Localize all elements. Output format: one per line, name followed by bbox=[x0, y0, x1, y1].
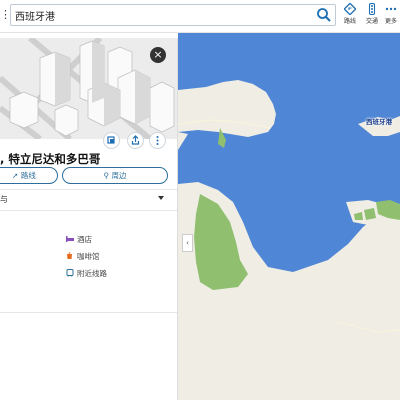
more-button[interactable]: 更多 bbox=[382, 3, 400, 29]
nearby-pill-button[interactable]: ⚲ 周边 bbox=[62, 167, 168, 184]
more-options-button[interactable] bbox=[149, 132, 166, 149]
transit-icon bbox=[66, 269, 74, 277]
chevron-down-icon[interactable] bbox=[158, 196, 164, 200]
close-icon[interactable]: × bbox=[150, 47, 166, 63]
traffic-light-icon bbox=[368, 3, 376, 15]
place-hero-image: × bbox=[0, 38, 177, 139]
directions-pill-label: 路线 bbox=[20, 171, 36, 180]
top-bar: ⋮ 路线 交通 更多 bbox=[0, 0, 400, 33]
directions-pill-button[interactable]: ➚ 路线 bbox=[0, 167, 58, 184]
collapse-panel-icon[interactable]: ‹ bbox=[182, 234, 193, 252]
save-icon bbox=[107, 136, 115, 144]
nearby-item-label: 附近线路 bbox=[77, 269, 107, 278]
nearby-item-label: 咖啡馆 bbox=[77, 252, 100, 261]
search-box[interactable] bbox=[10, 4, 336, 26]
nearby-item-transit[interactable]: 附近线路 bbox=[66, 268, 107, 280]
more-label: 更多 bbox=[384, 18, 397, 25]
map-place-label[interactable]: 西班牙港 bbox=[366, 116, 392, 126]
nearby-item-hotels[interactable]: 酒店 bbox=[66, 234, 92, 246]
divider bbox=[0, 210, 177, 211]
place-title: , 特立尼达和多巴哥 bbox=[0, 152, 101, 166]
app-menu-icon[interactable]: ⋮ bbox=[0, 8, 11, 22]
vertical-dots-icon bbox=[156, 136, 159, 145]
share-icon bbox=[131, 135, 140, 145]
nearby-item-coffee[interactable]: 咖啡馆 bbox=[66, 251, 100, 263]
search-icon[interactable] bbox=[315, 6, 333, 24]
nearby-item-label: 酒店 bbox=[77, 235, 92, 244]
coffee-icon bbox=[66, 252, 74, 260]
nearby-pill-label: 周边 bbox=[111, 171, 127, 180]
section-label: 与 bbox=[0, 195, 8, 204]
directions-arrow-icon: ➚ bbox=[12, 171, 19, 180]
divider bbox=[0, 189, 177, 190]
hotel-icon bbox=[66, 235, 74, 243]
place-panel: × , 特立尼达和多巴哥 ➚ 路线 ⚲ 周边 与 酒店 咖啡馆 附近线路 bbox=[0, 38, 178, 400]
map-canvas[interactable] bbox=[178, 32, 400, 400]
directions-icon bbox=[344, 3, 356, 15]
nearby-person-icon: ⚲ bbox=[103, 171, 110, 180]
divider bbox=[0, 312, 177, 313]
share-button[interactable] bbox=[127, 132, 144, 149]
save-button[interactable] bbox=[103, 132, 120, 149]
search-input[interactable] bbox=[15, 7, 305, 23]
more-dots-icon bbox=[385, 7, 397, 11]
